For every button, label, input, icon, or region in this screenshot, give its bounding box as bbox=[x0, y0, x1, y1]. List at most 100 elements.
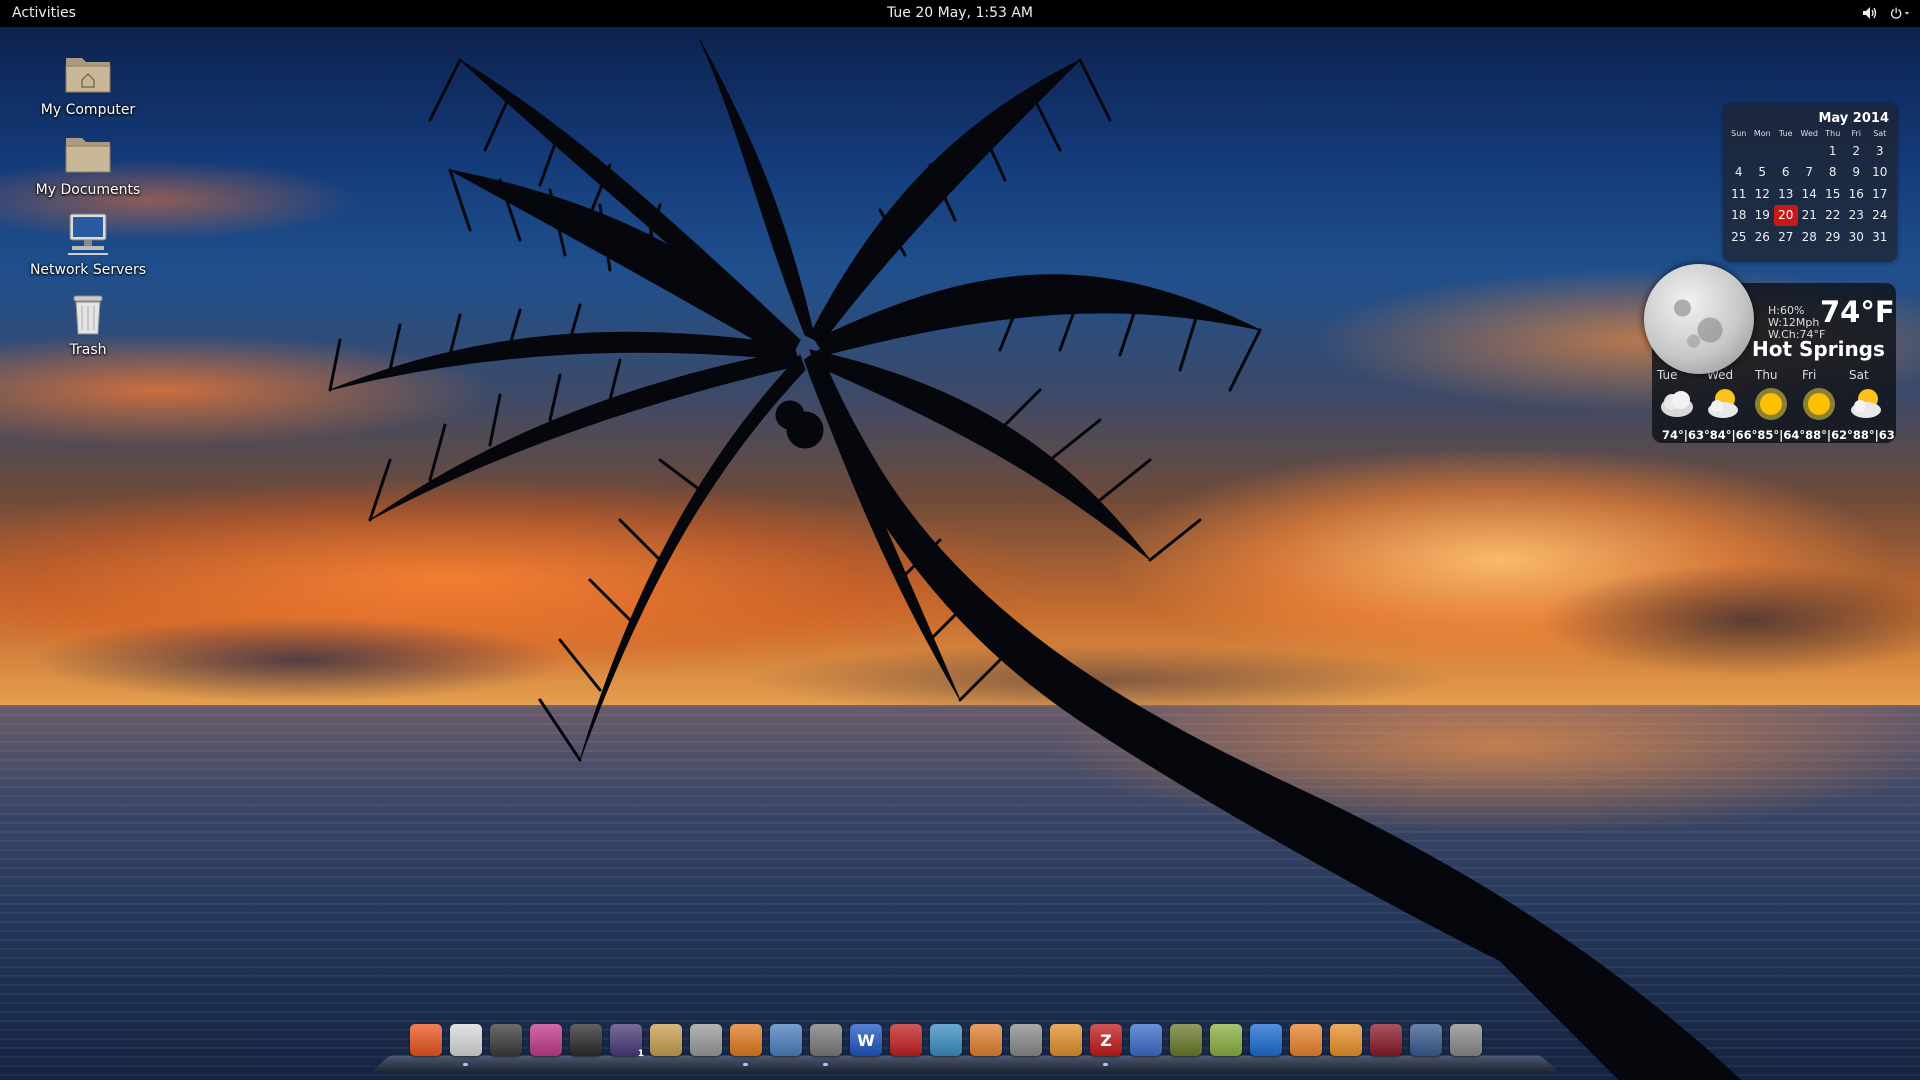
calendar-week-row: 1 2 3 bbox=[1727, 140, 1892, 162]
desktop-icon-label: Trash bbox=[69, 342, 107, 358]
workspace-switcher-icon[interactable]: 1 bbox=[610, 1024, 644, 1059]
cloudy-icon bbox=[1658, 385, 1696, 423]
calendar-day[interactable]: 10 bbox=[1868, 162, 1892, 184]
weekday-label: Thu bbox=[1825, 128, 1841, 138]
calendar-week-row: 11 12 13 14 15 16 17 bbox=[1727, 183, 1892, 205]
calendar-day bbox=[1727, 140, 1751, 162]
calendar-day[interactable]: 26 bbox=[1751, 226, 1775, 248]
pdf-reader-icon[interactable] bbox=[890, 1024, 922, 1056]
shutdown-icon[interactable] bbox=[1450, 1024, 1482, 1056]
calendar-day[interactable]: 12 bbox=[1751, 183, 1775, 205]
desktop-icon-trash[interactable]: Trash bbox=[18, 290, 158, 358]
system-tray bbox=[1860, 4, 1910, 22]
weekday-label: Sat bbox=[1873, 128, 1887, 138]
calendar-day[interactable]: 14 bbox=[1798, 183, 1822, 205]
firefox-icon[interactable] bbox=[730, 1024, 762, 1066]
running-indicator bbox=[463, 1063, 468, 1066]
weekday-label: Fri bbox=[1851, 128, 1862, 138]
home-folder-icon bbox=[62, 50, 114, 98]
image-viewer-icon[interactable] bbox=[810, 1024, 842, 1066]
file-manager-icon[interactable] bbox=[450, 1024, 482, 1066]
filezilla-icon[interactable]: Z bbox=[1090, 1024, 1122, 1066]
home-folder-icon[interactable] bbox=[1290, 1024, 1322, 1056]
calendar-day[interactable]: 8 bbox=[1821, 162, 1845, 184]
archive-manager-icon[interactable] bbox=[650, 1024, 682, 1056]
calendar-day[interactable]: 24 bbox=[1868, 205, 1892, 227]
calendar-day[interactable]: 30 bbox=[1845, 226, 1869, 248]
calendar-day[interactable]: 27 bbox=[1774, 226, 1798, 248]
forecast-day-label: Tue bbox=[1657, 368, 1678, 382]
ubuntu-icon[interactable] bbox=[410, 1024, 442, 1056]
calendar-day[interactable]: 28 bbox=[1798, 226, 1822, 248]
volume-icon[interactable] bbox=[1860, 4, 1880, 22]
calculator-icon[interactable] bbox=[1010, 1024, 1042, 1056]
calendar-day[interactable]: 2 bbox=[1845, 140, 1869, 162]
text-editor-icon[interactable] bbox=[690, 1024, 722, 1056]
terminal-icon[interactable] bbox=[570, 1024, 602, 1056]
power-menu-icon[interactable] bbox=[1890, 4, 1910, 22]
calendar-day[interactable]: 31 bbox=[1868, 226, 1892, 248]
calendar-day[interactable]: 9 bbox=[1845, 162, 1869, 184]
calendar-day[interactable]: 16 bbox=[1845, 183, 1869, 205]
calendar-day[interactable]: 22 bbox=[1821, 205, 1845, 227]
spreadsheet-icon[interactable] bbox=[930, 1024, 962, 1056]
backup-icon[interactable] bbox=[1330, 1024, 1362, 1056]
partly-cloudy-icon bbox=[1848, 385, 1886, 423]
forecast-day-label: Thu bbox=[1755, 368, 1778, 382]
accessibility-icon[interactable] bbox=[1410, 1024, 1442, 1056]
teamviewer-icon[interactable] bbox=[1250, 1024, 1282, 1056]
ruby-app-icon[interactable] bbox=[1370, 1024, 1402, 1056]
forecast-day-label: Sat bbox=[1849, 368, 1869, 382]
desktop-icon-label: My Documents bbox=[35, 182, 141, 198]
gimp-palette-icon[interactable] bbox=[1210, 1024, 1242, 1056]
word-processor-icon[interactable]: W bbox=[850, 1024, 882, 1056]
forecast-day-label: Fri bbox=[1802, 368, 1817, 382]
trash-icon bbox=[62, 290, 114, 338]
desktop-wallpaper bbox=[0, 0, 1920, 1080]
weather-city: Hot Springs bbox=[1752, 337, 1885, 361]
calendar-day[interactable]: 5 bbox=[1751, 162, 1775, 184]
network-computer-icon bbox=[62, 210, 114, 258]
plant-app-icon[interactable] bbox=[1170, 1024, 1202, 1056]
calendar-day[interactable]: 6 bbox=[1774, 162, 1798, 184]
partly-cloudy-icon bbox=[1705, 385, 1743, 423]
calendar-day[interactable]: 17 bbox=[1868, 183, 1892, 205]
calendar-day[interactable]: 3 bbox=[1868, 140, 1892, 162]
desktop-icon-my-computer[interactable]: My Computer bbox=[18, 50, 158, 118]
calendar-day[interactable]: 23 bbox=[1845, 205, 1869, 227]
folder-icon bbox=[62, 130, 114, 178]
sublime-text-icon[interactable] bbox=[1050, 1024, 1082, 1056]
system-monitor-icon[interactable] bbox=[490, 1024, 522, 1056]
calendar-grid: Sun Mon Tue Wed Thu Fri Sat 1 2 3 4 5 6 … bbox=[1727, 126, 1892, 248]
calendar-day bbox=[1774, 140, 1798, 162]
calendar-day[interactable]: 4 bbox=[1727, 162, 1751, 184]
qbittorrent-icon[interactable] bbox=[1130, 1024, 1162, 1056]
dock: 1 W Z bbox=[410, 1024, 1482, 1066]
calendar-day[interactable]: 11 bbox=[1727, 183, 1751, 205]
desktop-icon-network-servers[interactable]: Network Servers bbox=[18, 210, 158, 278]
calendar-day-today[interactable]: 20 bbox=[1774, 204, 1798, 226]
calendar-day[interactable]: 29 bbox=[1821, 226, 1845, 248]
palm-tree-silhouette bbox=[328, 39, 1742, 1080]
calendar-day[interactable]: 13 bbox=[1774, 183, 1798, 205]
calendar-day[interactable]: 25 bbox=[1727, 226, 1751, 248]
clock-button[interactable]: Tue 20 May, 1:53 AM bbox=[887, 5, 1033, 21]
calendar-day[interactable]: 18 bbox=[1727, 205, 1751, 227]
calendar-day[interactable]: 19 bbox=[1751, 205, 1775, 227]
calendar-month-title: May 2014 bbox=[1818, 111, 1890, 126]
workspace-badge: 1 bbox=[637, 1049, 644, 1059]
folder-orange-icon[interactable] bbox=[970, 1024, 1002, 1056]
calendar-day[interactable]: 1 bbox=[1821, 140, 1845, 162]
clock-container: Tue 20 May, 1:53 AM bbox=[0, 5, 1920, 21]
calendar-day[interactable]: 15 bbox=[1821, 183, 1845, 205]
calendar-day[interactable]: 7 bbox=[1798, 162, 1822, 184]
document-viewer-icon[interactable] bbox=[770, 1024, 802, 1056]
calendar-day[interactable]: 21 bbox=[1798, 205, 1822, 227]
calendar-week-row: 25 26 27 28 29 30 31 bbox=[1727, 226, 1892, 248]
weekday-label: Sun bbox=[1731, 128, 1747, 138]
screenshot-icon[interactable] bbox=[530, 1024, 562, 1056]
calendar-week-row: 4 5 6 7 8 9 10 bbox=[1727, 162, 1892, 184]
activities-button[interactable]: Activities bbox=[12, 5, 76, 21]
desktop-icon-my-documents[interactable]: My Documents bbox=[18, 130, 158, 198]
moon-phase-icon bbox=[1644, 264, 1754, 374]
